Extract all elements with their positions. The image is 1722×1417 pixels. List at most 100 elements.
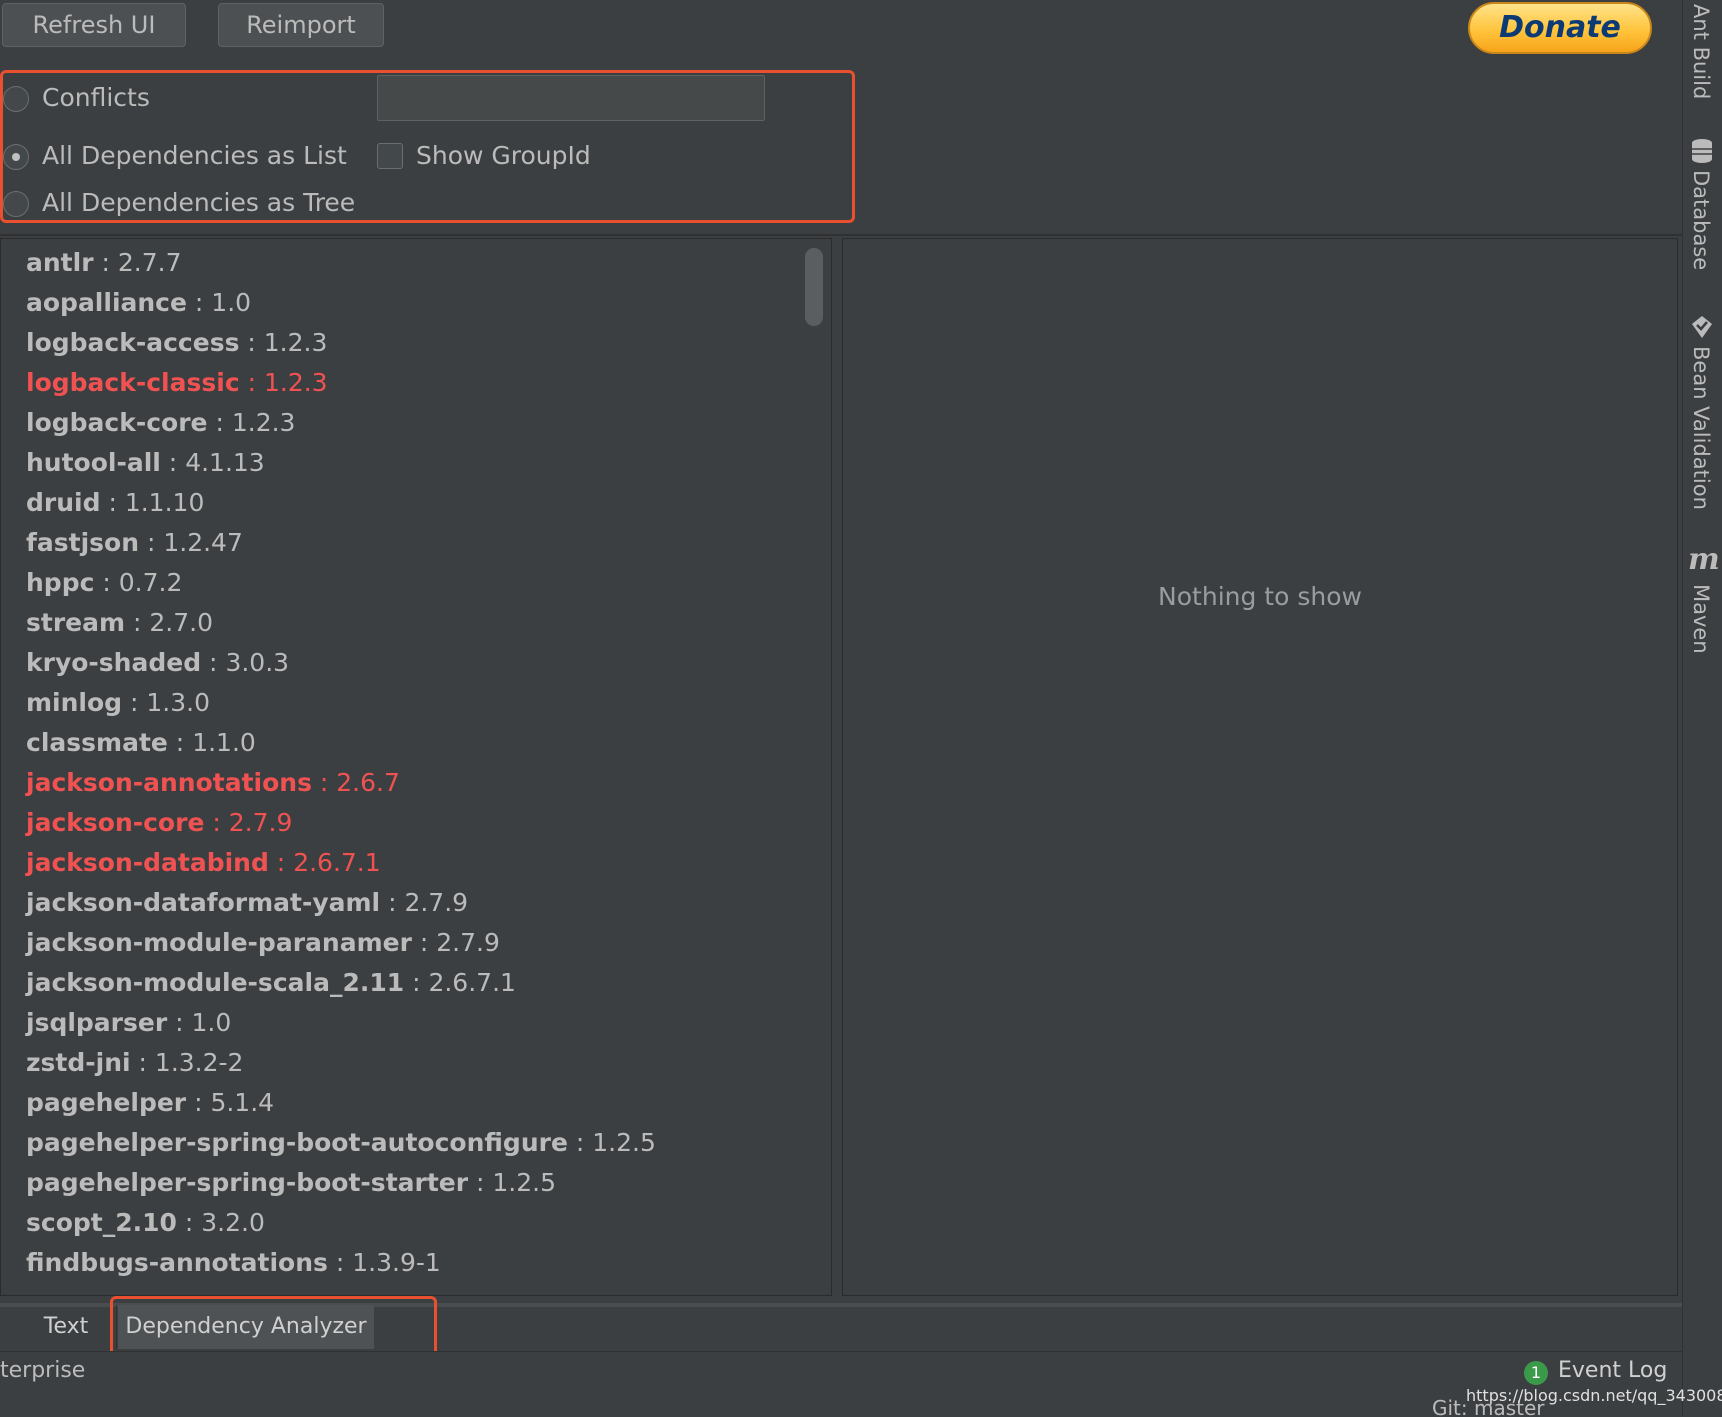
list-item[interactable]: jackson-databind : 2.6.7.1: [26, 848, 381, 877]
dependency-list[interactable]: antlr : 2.7.7 aopalliance : 1.0 logback-ac…: [0, 238, 800, 1288]
dependency-name: jsqlparser: [26, 1008, 168, 1037]
dependency-name: hutool-all: [26, 448, 161, 477]
dependency-name: aopalliance: [26, 288, 187, 317]
dependency-name: pagehelper-spring-boot-starter: [26, 1168, 469, 1197]
dependency-name: logback-core: [26, 408, 208, 437]
list-item[interactable]: jackson-module-paranamer : 2.7.9: [26, 928, 500, 957]
donate-button[interactable]: Donate: [1468, 2, 1652, 54]
nothing-to-show-text: Nothing to show: [1158, 582, 1362, 611]
list-item[interactable]: stream : 2.7.0: [26, 608, 213, 637]
status-left-text: terprise: [0, 1358, 86, 1383]
database-tab[interactable]: Database: [1689, 170, 1713, 270]
list-item[interactable]: jackson-module-scala_2.11 : 2.6.7.1: [26, 968, 516, 997]
dependency-version: 1.0: [211, 288, 252, 317]
toolbar-divider: [0, 234, 1682, 236]
tab-text[interactable]: Text: [16, 1305, 117, 1349]
dependency-name: jackson-core: [26, 808, 205, 837]
dependency-version: 1.2.47: [163, 528, 243, 557]
maven-tab[interactable]: Maven: [1689, 584, 1713, 654]
event-log-button[interactable]: Event Log: [1558, 1358, 1667, 1383]
list-item[interactable]: pagehelper : 5.1.4: [26, 1088, 274, 1117]
list-item[interactable]: pagehelper-spring-boot-autoconfigure : 1…: [26, 1128, 656, 1157]
dependency-separator: :: [186, 1088, 211, 1117]
list-item[interactable]: logback-classic : 1.2.3: [26, 368, 328, 397]
list-item[interactable]: fastjson : 1.2.47: [26, 528, 243, 557]
dependency-version: 1.2.3: [231, 408, 296, 437]
dependency-name: jackson-module-paranamer: [26, 928, 412, 957]
dependency-version: 1.2.5: [592, 1128, 656, 1157]
show-groupid-checkbox[interactable]: [377, 143, 403, 169]
list-item[interactable]: minlog : 1.3.0: [26, 688, 210, 717]
dependency-separator: :: [160, 448, 186, 477]
dependency-version: 1.3.0: [146, 688, 211, 717]
dependency-version: 2.6.7: [336, 768, 400, 797]
dependency-version: 2.7.9: [228, 808, 293, 837]
dependency-name: kryo-shaded: [26, 648, 202, 677]
list-item[interactable]: jackson-core : 2.7.9: [26, 808, 292, 837]
list-item[interactable]: jackson-dataformat-yaml : 2.7.9: [26, 888, 468, 917]
list-item[interactable]: kryo-shaded : 3.0.3: [26, 648, 289, 677]
list-radio[interactable]: [3, 144, 29, 170]
dependency-separator: :: [268, 848, 294, 877]
list-item[interactable]: scopt_2.10 : 3.2.0: [26, 1208, 265, 1237]
dependency-version: 4.1.13: [185, 448, 265, 477]
database-icon: [1692, 139, 1712, 163]
list-item[interactable]: aopalliance : 1.0: [26, 288, 251, 317]
list-item[interactable]: findbugs-annotations : 1.3.9-1: [26, 1248, 441, 1277]
dependency-separator: :: [167, 728, 193, 757]
dependency-version: 0.7.2: [118, 568, 183, 597]
list-item[interactable]: pagehelper-spring-boot-starter : 1.2.5: [26, 1168, 556, 1197]
conflicts-radio[interactable]: [3, 86, 29, 112]
dependency-name: jackson-databind: [26, 848, 269, 877]
list-item[interactable]: druid : 1.1.10: [26, 488, 204, 517]
list-item[interactable]: hutool-all : 4.1.13: [26, 448, 265, 477]
list-item[interactable]: antlr : 2.7.7: [26, 248, 181, 277]
list-item[interactable]: jsqlparser : 1.0: [26, 1008, 231, 1037]
dependency-separator: :: [93, 248, 118, 277]
dependency-separator: :: [186, 288, 212, 317]
dependency-version: 2.6.7.1: [428, 968, 516, 997]
dependency-separator: :: [239, 368, 264, 397]
list-item[interactable]: jackson-annotations : 2.6.7: [26, 768, 400, 797]
ant-build-tab[interactable]: Ant Build: [1689, 4, 1713, 99]
list-item[interactable]: classmate : 1.1.0: [26, 728, 256, 757]
dependency-separator: :: [201, 648, 226, 677]
dependency-name: jackson-module-scala_2.11: [26, 968, 405, 997]
dependency-separator: :: [327, 1248, 353, 1277]
search-input[interactable]: [377, 75, 765, 121]
dependency-name: fastjson: [26, 528, 140, 557]
dependency-version: 5.1.4: [210, 1088, 275, 1117]
dependency-version: 2.7.7: [117, 248, 182, 277]
dependency-name: antlr: [26, 248, 94, 277]
dependency-separator: :: [167, 1008, 192, 1037]
dependency-separator: :: [311, 768, 337, 797]
dependency-version: 1.3.2-2: [154, 1048, 244, 1077]
list-item[interactable]: logback-core : 1.2.3: [26, 408, 295, 437]
tree-radio[interactable]: [3, 191, 29, 217]
conflicts-label: Conflicts: [42, 83, 150, 112]
status-bar: [0, 1351, 1682, 1417]
list-item[interactable]: logback-access : 1.2.3: [26, 328, 327, 357]
dependency-name: pagehelper: [26, 1088, 187, 1117]
dependency-version: 2.7.9: [404, 888, 469, 917]
dependency-version: 1.2.3: [263, 328, 328, 357]
refresh-ui-button[interactable]: Refresh UI: [2, 3, 186, 47]
dependency-version: 3.0.3: [225, 648, 290, 677]
dependency-separator: :: [122, 688, 147, 717]
list-item[interactable]: zstd-jni : 1.3.2-2: [26, 1048, 243, 1077]
bean-validation-tab[interactable]: Bean Validation: [1689, 346, 1713, 510]
dependency-separator: :: [125, 608, 150, 637]
dependency-separator: :: [130, 1048, 155, 1077]
list-item[interactable]: hppc : 0.7.2: [26, 568, 182, 597]
list-label: All Dependencies as List: [42, 141, 347, 170]
list-scrollbar-thumb[interactable]: [805, 248, 823, 326]
dependency-separator: :: [94, 568, 119, 597]
dependency-separator: :: [176, 1208, 202, 1237]
dependency-version: 2.6.7.1: [293, 848, 381, 877]
watermark-text: https://blog.csdn.net/qq_34300892: [1466, 1386, 1722, 1405]
dependency-name: hppc: [26, 568, 95, 597]
dependency-separator: :: [207, 408, 232, 437]
reimport-button[interactable]: Reimport: [218, 3, 384, 47]
dependency-name: zstd-jni: [26, 1048, 131, 1077]
dependency-name: stream: [26, 608, 126, 637]
